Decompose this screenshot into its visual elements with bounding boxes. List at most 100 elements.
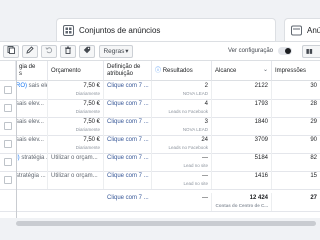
row-attribution-cell[interactable]: Clique com 7 ... [104,117,152,135]
level-tabs-bar: Conjuntos de anúncios Anúnci [0,18,320,42]
row-budget-cell[interactable]: 7,50 € Diariamente [48,117,104,135]
row-budget-cell[interactable]: 7,50 € Diariamente [48,99,104,117]
row-results-cell: 2 NOVA LEAD [152,81,212,99]
info-icon[interactable]: ⓘ [155,68,161,74]
row-impressions-cell: 30 [272,81,320,99]
row-results-sub: NOVA LEAD [182,127,208,132]
row-impressions-cell: 28 [272,99,320,117]
row-name-cell[interactable]: sais elev... [16,135,48,153]
row-checkbox[interactable] [4,140,12,148]
row-budget-cell[interactable]: 7,50 € Diariamente [48,81,104,99]
row-attribution-cell[interactable]: Clique com 7 ... [104,153,152,171]
checkbox-header [0,61,16,81]
total-results: — [152,193,212,211]
column-header-reach-label: Alcance [215,68,237,74]
column-header-impressions-label: Impressões [275,68,307,74]
frozen-column-edge [16,61,17,218]
row-name-cell[interactable]: stratégia ... [16,171,48,189]
tag-icon [83,46,91,56]
row-reach-value: 5184 [254,155,268,161]
row-results-value: 4 [204,101,208,107]
duplicate-icon [7,46,15,56]
row-budget-sub: Diariamente [75,91,100,96]
row-attribution-value: Clique com 7 ... [107,173,149,179]
row-name-cell[interactable]: sais elev... [16,99,48,117]
ad-sets-table: gia de s Orçamento Definição de atribuiç… [0,60,320,218]
row-budget-cell[interactable]: 7,50 € Diariamente [48,135,104,153]
edit-button[interactable] [22,44,38,58]
row-budget-value: 7,50 € [83,83,100,89]
row-results-value: — [202,173,208,179]
rules-label: Regras [103,47,125,55]
row-strategy-text: sais elev... [16,119,44,125]
row-checkbox[interactable] [4,122,12,130]
row-checkbox[interactable] [4,86,12,94]
row-budget-cell[interactable]: Utilizar o orçam... [48,171,104,189]
row-results-value: 3 [204,119,208,125]
row-results-value: 24 [201,137,208,143]
row-strategy-text: stratégia ... [21,155,47,161]
row-checkbox-cell [0,135,16,153]
tab-ad-sets[interactable]: Conjuntos de anúncios [56,18,276,42]
row-impressions-cell: 29 [272,117,320,135]
tab-campaigns[interactable] [0,18,48,42]
row-results-cell: — Lead no site [152,171,212,189]
row-results-value: 2 [204,83,208,89]
scrollbar-thumb[interactable] [16,221,316,226]
duplicate-button[interactable] [3,44,19,58]
row-impressions-value: 29 [310,119,317,125]
row-attribution-cell[interactable]: Clique com 7 ... [104,81,152,99]
row-name-cell[interactable]: sais elev... [16,117,48,135]
row-checkbox[interactable] [4,158,12,166]
row-attribution-cell[interactable]: Clique com 7 ... [104,171,152,189]
row-strategy-text: stratégia ... [16,173,46,179]
row-budget-cell[interactable]: Utilizar o orçam... [48,153,104,171]
row-budget-sub: Diariamente [75,109,100,114]
row-checkbox-cell [0,153,16,171]
row-strategy-text: sais elev... [16,101,44,107]
row-results-cell: 3 NOVA LEAD [152,117,212,135]
row-reach-value: 3709 [254,137,268,143]
delete-button[interactable] [60,44,76,58]
trash-icon [64,46,72,56]
row-results-sub: NOVA LEAD [182,91,208,96]
row-checkbox-cell [0,117,16,135]
ad-sets-grid-icon [63,25,74,36]
row-checkbox[interactable] [4,176,12,184]
column-header-strategy[interactable]: gia de s [16,61,48,81]
horizontal-scrollbar[interactable] [0,218,320,240]
view-config-toggle[interactable] [278,47,292,55]
column-header-budget-label: Orçamento [51,68,81,74]
row-impressions-value: 15 [310,173,317,179]
row-results-sub: Lead no site [183,163,208,168]
row-results-sub: Leads no Facebook [168,145,208,150]
row-budget-value: 7,50 € [83,119,100,125]
column-header-reach[interactable]: Alcance ⌄ [212,61,272,81]
sort-icon[interactable]: ⌄ [263,67,268,74]
row-results-cell: 24 Leads no Facebook [152,135,212,153]
row-impressions-cell: 15 [272,171,320,189]
row-attribution-cell[interactable]: Clique com 7 ... [104,135,152,153]
columns-button[interactable]: ▮▮ [302,44,320,58]
row-results-cell: — Lead no site [152,153,212,171]
column-header-impressions[interactable]: Impressões [272,61,320,81]
row-reach-cell: 1840 [212,117,272,135]
row-name-cell[interactable]: I) stratégia ... [16,153,48,171]
column-header-budget[interactable]: Orçamento [48,61,104,81]
view-config-label: Ver configuração [227,48,273,54]
ads-icon [291,25,302,36]
total-reach: 12 424 Contas do Centro de C... [212,193,272,211]
row-results-sub: Leads no Facebook [168,109,208,114]
row-attribution-value: Clique com 7 ... [107,155,149,161]
column-header-attribution[interactable]: Definição de atribuição [104,61,152,81]
tab-ads[interactable]: Anúnci [284,18,320,42]
row-attribution-cell[interactable]: Clique com 7 ... [104,99,152,117]
column-header-results[interactable]: ⓘ Resultados [152,61,212,81]
row-reach-cell: 2122 [212,81,272,99]
rules-dropdown[interactable]: Regras ▾ [99,44,133,58]
row-checkbox[interactable] [4,104,12,112]
row-name-cell[interactable]: RO) sais elev... [16,81,48,99]
row-impressions-value: 90 [310,137,317,143]
tag-button[interactable] [79,44,95,58]
undo-button[interactable] [41,44,57,58]
